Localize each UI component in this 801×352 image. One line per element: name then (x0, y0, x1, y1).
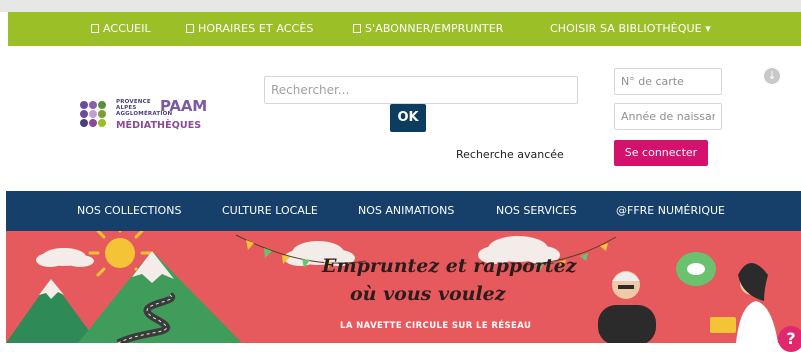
card-number-field[interactable] (614, 68, 722, 95)
topnav-item-label: S'ABONNER/EMPRUNTER (365, 22, 504, 35)
topnav-item-abonner[interactable]: S'ABONNER/EMPRUNTER (353, 12, 504, 46)
mainnav-item-animations[interactable]: NOS ANIMATIONS (358, 191, 454, 231)
mainnav-item-culture-locale[interactable]: CULTURE LOCALE (222, 191, 318, 231)
mainnav-item-services[interactable]: NOS SERVICES (496, 191, 577, 231)
connect-button[interactable]: Se connecter (614, 140, 708, 166)
square-icon (186, 24, 194, 33)
logo-dot (98, 119, 106, 127)
mainnav-item-offre-numerique[interactable]: @FFRE NUMÉRIQUE (616, 191, 725, 231)
speech-bubble-icon (676, 252, 716, 286)
logo-dot (89, 119, 97, 127)
main-navigation: NOS COLLECTIONS CULTURE LOCALE NOS ANIMA… (6, 191, 801, 231)
banner-headline-line2: où vous voulez (350, 283, 506, 305)
logo-dots (80, 99, 116, 129)
logo-dot (89, 110, 97, 118)
promo-banner[interactable]: Empruntez et rapportez où vous voulez LA… (6, 231, 801, 343)
advanced-search-link[interactable]: Recherche avancée (456, 148, 564, 161)
top-navigation: ACCUEIL HORAIRES ET ACCÈS S'ABONNER/EMPR… (8, 12, 801, 46)
logo-name: MÉDIATHÈQUES (116, 120, 202, 131)
logo-dot (80, 101, 88, 109)
logo-brand: PAAM (160, 97, 207, 115)
topnav-item-label: HORAIRES ET ACCÈS (198, 22, 314, 35)
logo-dot (98, 101, 106, 109)
mainnav-item-collections[interactable]: NOS COLLECTIONS (77, 191, 181, 231)
square-icon (91, 24, 99, 33)
birth-year-field[interactable] (614, 103, 722, 130)
banner-subline: LA NAVETTE CIRCULE SUR LE RÉSEAU (340, 321, 532, 331)
logo[interactable]: PROVENCE ALPES AGGLOMÉRATION PAAM MÉDIAT… (80, 97, 210, 135)
top-strip (0, 0, 801, 12)
topnav-item-horaires[interactable]: HORAIRES ET ACCÈS (186, 12, 313, 46)
search-submit-button[interactable]: OK (390, 104, 426, 132)
topnav-item-label: CHOISIR SA BIBLIOTHÈQUE ▾ (550, 22, 711, 35)
logo-dot (80, 119, 88, 127)
topnav-item-accueil[interactable]: ACCUEIL (91, 12, 151, 46)
logo-dot (89, 101, 97, 109)
arrow-down-icon[interactable]: ↓ (764, 68, 780, 84)
logo-dot (80, 110, 88, 118)
help-button[interactable]: ? (778, 326, 801, 352)
square-icon (353, 24, 361, 33)
search-input[interactable] (264, 76, 578, 104)
topnav-item-choisir-bibliotheque[interactable]: CHOISIR SA BIBLIOTHÈQUE ▾ (550, 12, 711, 46)
logo-dot (98, 110, 106, 118)
banner-headline-line1: Empruntez et rapportez (322, 255, 577, 277)
topnav-item-label: ACCUEIL (103, 22, 151, 35)
cloud-icon (36, 248, 94, 267)
person-icon (598, 271, 656, 343)
person-icon (710, 263, 778, 343)
